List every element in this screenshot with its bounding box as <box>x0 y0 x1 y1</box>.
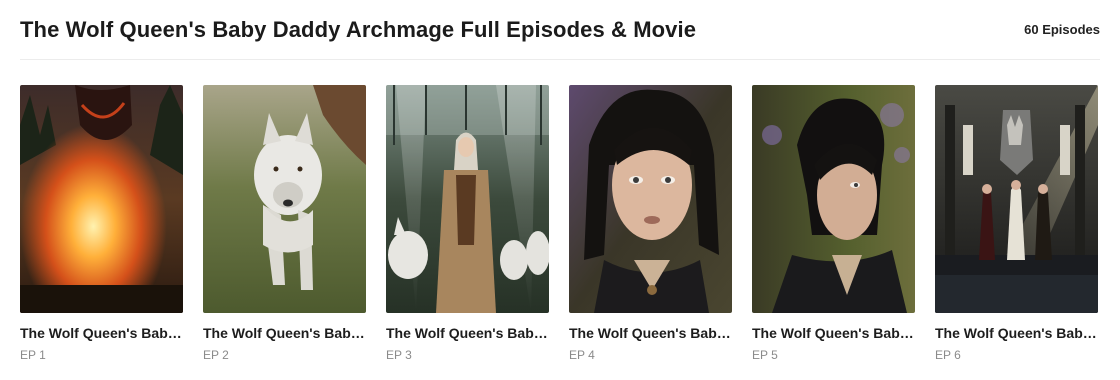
episode-card[interactable]: The Wolf Queen's Baby Daddy Archmage EP … <box>20 85 183 362</box>
episode-number: EP 2 <box>203 348 229 362</box>
episode-card[interactable]: The Wolf Queen's Baby Daddy Archmage EP … <box>569 85 732 362</box>
episode-card[interactable]: The Wolf Queen's Baby Daddy Archmage EP … <box>203 85 366 362</box>
episode-title[interactable]: The Wolf Queen's Baby Daddy Archmage <box>935 324 1098 342</box>
episode-thumbnail[interactable] <box>20 85 183 313</box>
episode-number: EP 3 <box>386 348 412 362</box>
episode-thumbnail[interactable] <box>935 85 1098 313</box>
episode-grid: The Wolf Queen's Baby Daddy Archmage EP … <box>20 85 1098 362</box>
episode-title[interactable]: The Wolf Queen's Baby Daddy Archmage <box>203 324 366 342</box>
episode-thumbnail[interactable] <box>203 85 366 313</box>
dragon-fire-image <box>20 85 183 313</box>
page-header: The Wolf Queen's Baby Daddy Archmage Ful… <box>20 0 1100 60</box>
episode-title[interactable]: The Wolf Queen's Baby Daddy Archmage <box>20 324 183 342</box>
episode-card[interactable]: The Wolf Queen's Baby Daddy Archmage EP … <box>752 85 915 362</box>
page-title: The Wolf Queen's Baby Daddy Archmage Ful… <box>20 16 697 42</box>
episode-card[interactable]: The Wolf Queen's Baby Daddy Archmage EP … <box>386 85 549 362</box>
episode-count: 60 Episodes <box>1024 22 1100 37</box>
man-portrait-image <box>569 85 732 313</box>
episode-thumbnail[interactable] <box>752 85 915 313</box>
throne-hall-image <box>935 85 1098 313</box>
episode-number: EP 6 <box>935 348 961 362</box>
episode-card[interactable]: The Wolf Queen's Baby Daddy Archmage EP … <box>935 85 1098 362</box>
episode-number: EP 5 <box>752 348 778 362</box>
episode-number: EP 4 <box>569 348 595 362</box>
man-profile-image <box>752 85 915 313</box>
white-wolf-image <box>203 85 366 313</box>
episode-thumbnail[interactable] <box>386 85 549 313</box>
episode-number: EP 1 <box>20 348 46 362</box>
episode-title[interactable]: The Wolf Queen's Baby Daddy Archmage <box>569 324 732 342</box>
episode-title[interactable]: The Wolf Queen's Baby Daddy Archmage <box>752 324 915 342</box>
queen-with-wolves-image <box>386 85 549 313</box>
episode-thumbnail[interactable] <box>569 85 732 313</box>
episode-title[interactable]: The Wolf Queen's Baby Daddy Archmage <box>386 324 549 342</box>
